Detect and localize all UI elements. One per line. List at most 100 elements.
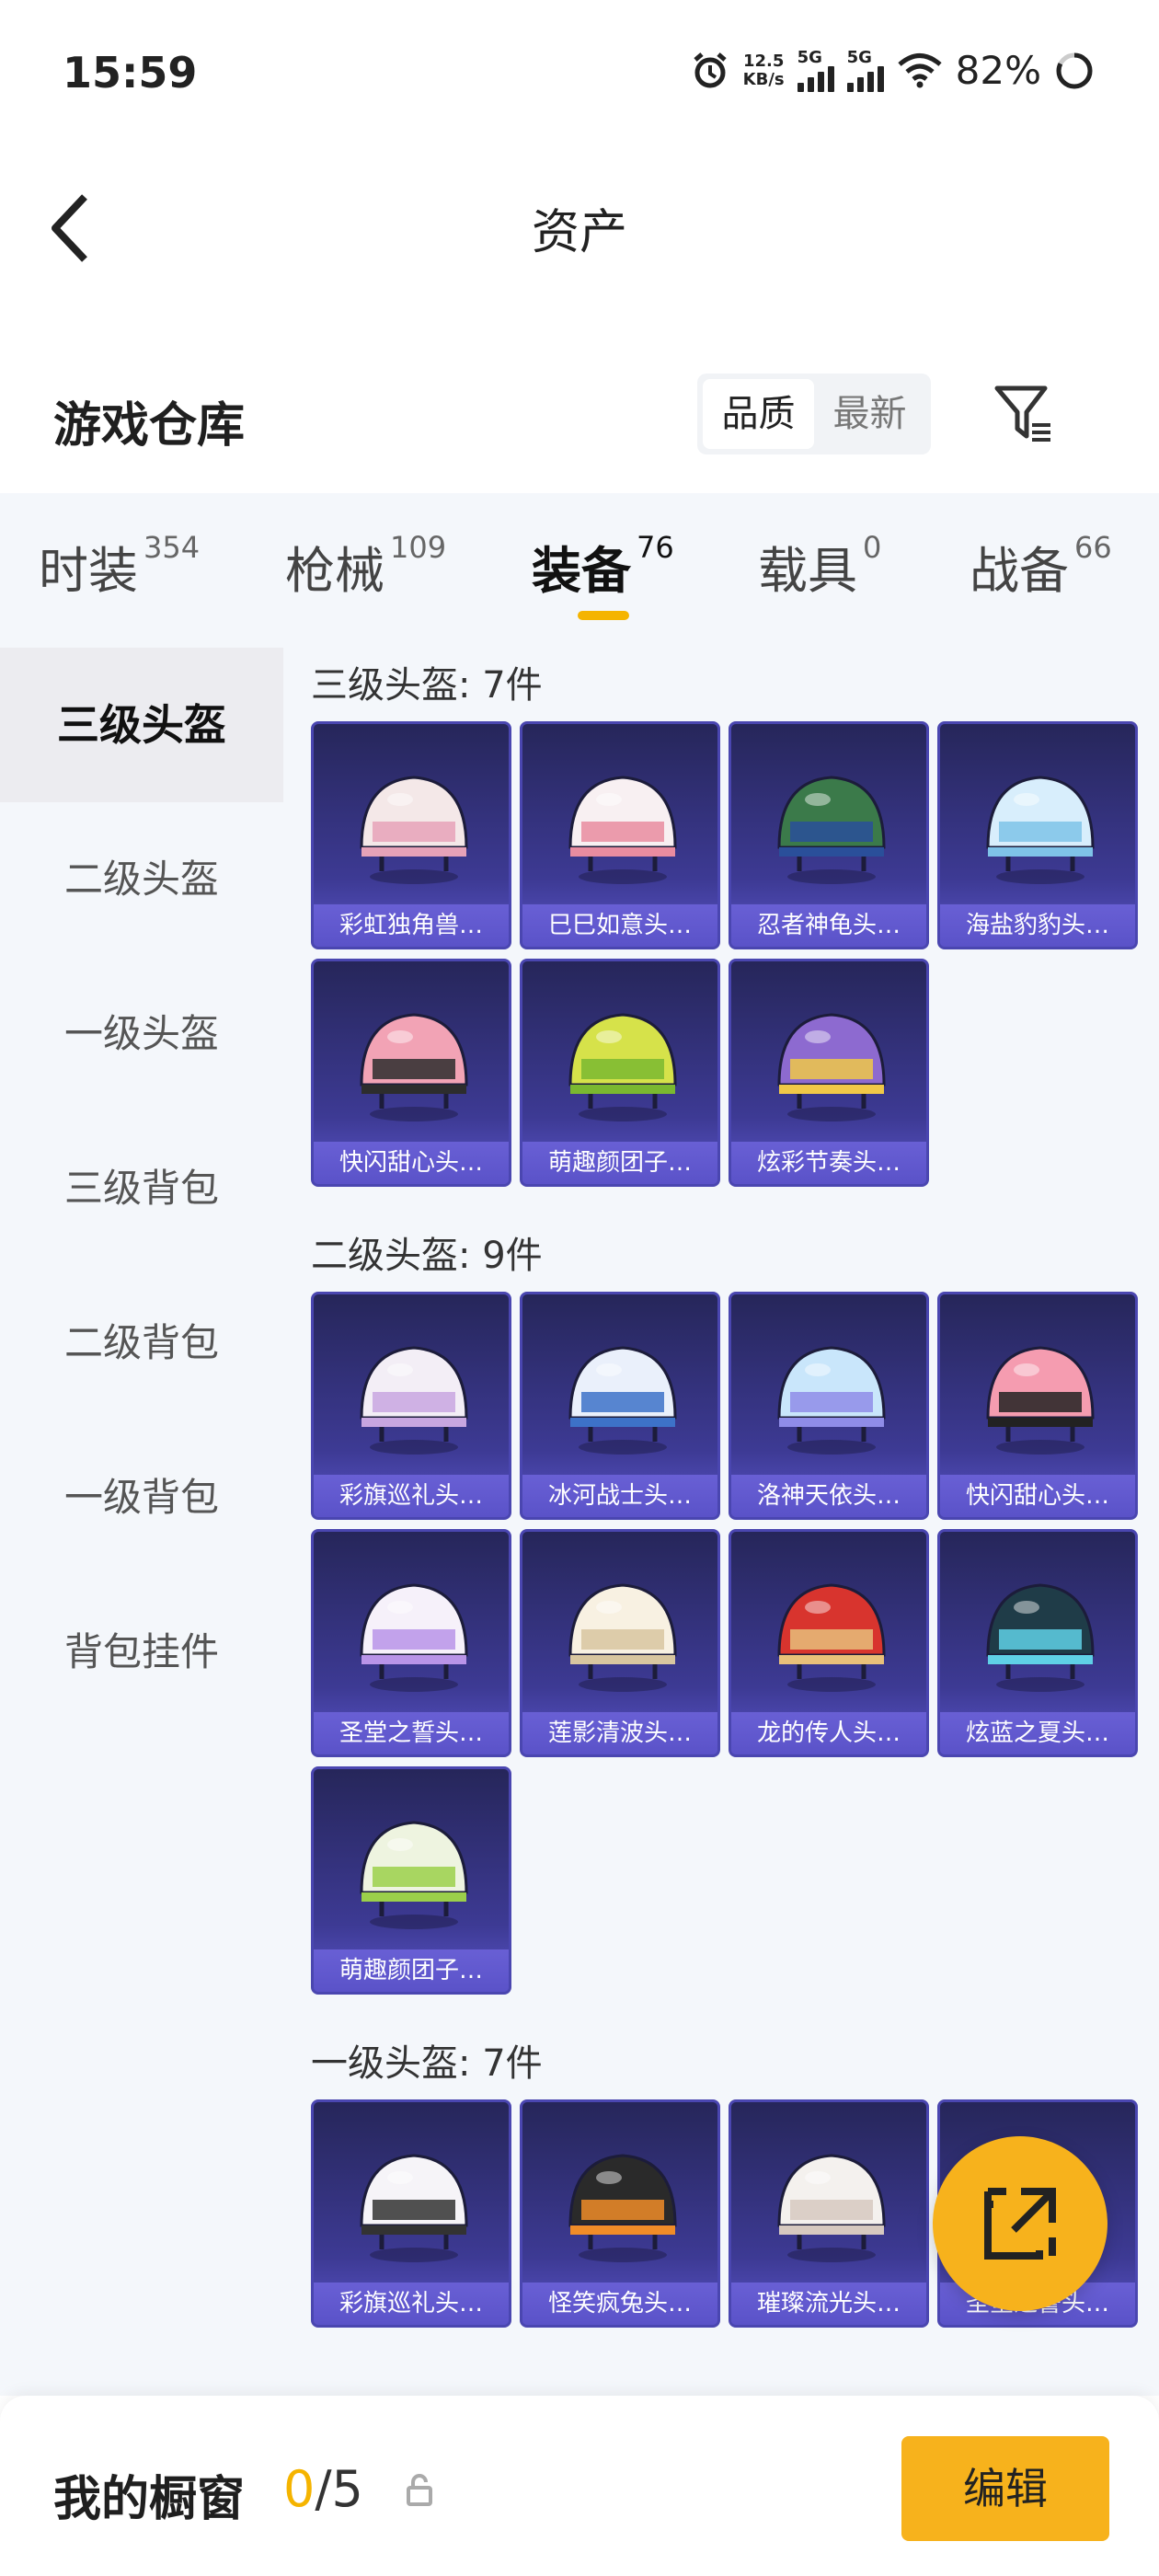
signal-bars-icon [797,65,834,92]
item-card[interactable]: 怪笑疯兔头… [520,2099,720,2328]
item-card[interactable]: 彩旗巡礼头… [311,2099,511,2328]
group-title: 三级头盔: 7件 [311,664,543,707]
status-time: 15:59 [63,48,198,98]
helmet-icon [568,2154,677,2262]
item-name: 快闪甜心头… [940,1475,1135,1517]
helmet-icon [568,776,677,884]
category-tabs: 时装 354 枪械 109 装备 76 载具 0 战备 66 [0,493,1159,648]
tab-vehicles[interactable]: 载具 0 [758,530,881,603]
side-item-level2-backpack[interactable]: 二级背包 [0,1266,283,1420]
battery-ring-icon [1056,52,1093,88]
item-name: 忍者神龟头… [731,904,926,947]
item-name: 快闪甜心头… [314,1142,509,1184]
item-name: 彩旗巡礼头… [314,2283,509,2325]
item-card[interactable]: 快闪甜心头… [311,959,511,1187]
helmet-icon [360,2154,468,2262]
item-card[interactable]: 海盐豹豹头… [937,721,1138,949]
item-name: 璀璨流光头… [731,2283,926,2325]
helmet-icon [777,776,886,884]
item-card[interactable]: 圣堂之誓头… [311,1529,511,1757]
item-card[interactable]: 萌趣颜团子… [520,959,720,1187]
item-name: 萌趣颜团子… [314,1949,509,1992]
item-card[interactable]: 龙的传人头… [729,1529,929,1757]
side-item-level3-helmet[interactable]: 三级头盔 [0,648,283,802]
group-title: 二级头盔: 9件 [311,1235,543,1277]
item-name: 炫彩节奏头… [731,1142,926,1184]
item-name: 彩虹独角兽… [314,904,509,947]
side-item-backpack-charm[interactable]: 背包挂件 [0,1575,283,1730]
tab-supplies[interactable]: 战备 66 [970,530,1112,603]
filter-icon[interactable] [992,381,1056,445]
helmet-icon [986,1346,1095,1455]
tab-fashion[interactable]: 时装 354 [39,530,200,603]
signal-1: 5G [797,49,834,92]
lock-icon [407,2474,432,2506]
helmet-icon [360,1346,468,1455]
net-speed: 12.5 KB/s [742,51,785,89]
helmet-icon [360,1821,468,1929]
side-item-level2-helmet[interactable]: 二级头盔 [0,802,283,957]
item-name: 龙的传人头… [731,1712,926,1754]
signal-2: 5G [846,49,884,92]
helmet-icon [777,1583,886,1692]
helmet-icon [777,2154,886,2262]
battery-percent: 82% [955,48,1041,93]
signal-bars-icon [846,65,884,92]
showcase-count: 0/5 [283,2460,363,2518]
tab-underline [578,611,629,620]
alarm-icon [694,52,727,87]
status-icons: 12.5 KB/s 5G 5G 82% [690,48,1095,93]
helmet-icon [777,1346,886,1455]
side-item-level3-backpack[interactable]: 三级背包 [0,1111,283,1266]
helmet-icon [986,776,1095,884]
helmet-icon [568,1013,677,1121]
item-name: 洛神天依头… [731,1475,926,1517]
item-card[interactable]: 璀璨流光头… [729,2099,929,2328]
item-grid: 三级头盔: 7件 彩虹独角兽… 巳巳如意头… 忍者神龟头… 海盐豹豹头… 快闪甜心头… 萌趣… [283,648,1159,2396]
item-card[interactable]: 冰河战士头… [520,1292,720,1520]
helmet-icon [986,1583,1095,1692]
group-title: 一级头盔: 7件 [311,2042,543,2085]
item-card[interactable]: 炫蓝之夏头… [937,1529,1138,1757]
sort-quality[interactable]: 品质 [703,379,814,449]
helmet-icon [360,776,468,884]
item-card[interactable]: 忍者神龟头… [729,721,929,949]
helmet-icon [568,1346,677,1455]
wifi-icon [898,52,942,87]
helmet-icon [568,1583,677,1692]
item-name: 莲影清波头… [522,1712,717,1754]
sort-toggle: 品质 最新 [697,374,931,454]
share-icon [984,2188,1056,2260]
item-card[interactable]: 彩虹独角兽… [311,721,511,949]
showcase-bar: 我的橱窗 0/5 编辑 [0,2396,1159,2576]
item-name: 彩旗巡礼头… [314,1475,509,1517]
side-item-level1-backpack[interactable]: 一级背包 [0,1420,283,1575]
status-bar: 15:59 12.5 KB/s 5G 5G 82% [0,0,1159,147]
helmet-icon [360,1583,468,1692]
item-name: 海盐豹豹头… [940,904,1135,947]
item-card[interactable]: 萌趣颜团子… [311,1766,511,1995]
helmet-icon [777,1013,886,1121]
item-name: 怪笑疯兔头… [522,2283,717,2325]
item-name: 萌趣颜团子… [522,1142,717,1184]
item-name: 冰河战士头… [522,1475,717,1517]
item-card[interactable]: 莲影清波头… [520,1529,720,1757]
item-card[interactable]: 快闪甜心头… [937,1292,1138,1520]
section-title: 游戏仓库 [53,398,246,454]
item-name: 炫蓝之夏头… [940,1712,1135,1754]
item-name: 圣堂之誓头… [314,1712,509,1754]
item-card[interactable]: 巳巳如意头… [520,721,720,949]
tab-guns[interactable]: 枪械 109 [285,530,446,603]
item-card[interactable]: 洛神天依头… [729,1292,929,1520]
edit-button[interactable]: 编辑 [901,2436,1109,2541]
side-item-level1-helmet[interactable]: 一级头盔 [0,957,283,1111]
page-title: 资产 [531,205,627,260]
side-menu: 三级头盔 二级头盔 一级头盔 三级背包 二级背包 一级背包 背包挂件 [0,648,283,2396]
sort-newest[interactable]: 最新 [814,379,925,449]
item-name: 巳巳如意头… [522,904,717,947]
helmet-icon [360,1013,468,1121]
item-card[interactable]: 彩旗巡礼头… [311,1292,511,1520]
tab-equipment[interactable]: 装备 76 [532,530,674,603]
item-card[interactable]: 炫彩节奏头… [729,959,929,1187]
share-button[interactable] [933,2136,1107,2311]
